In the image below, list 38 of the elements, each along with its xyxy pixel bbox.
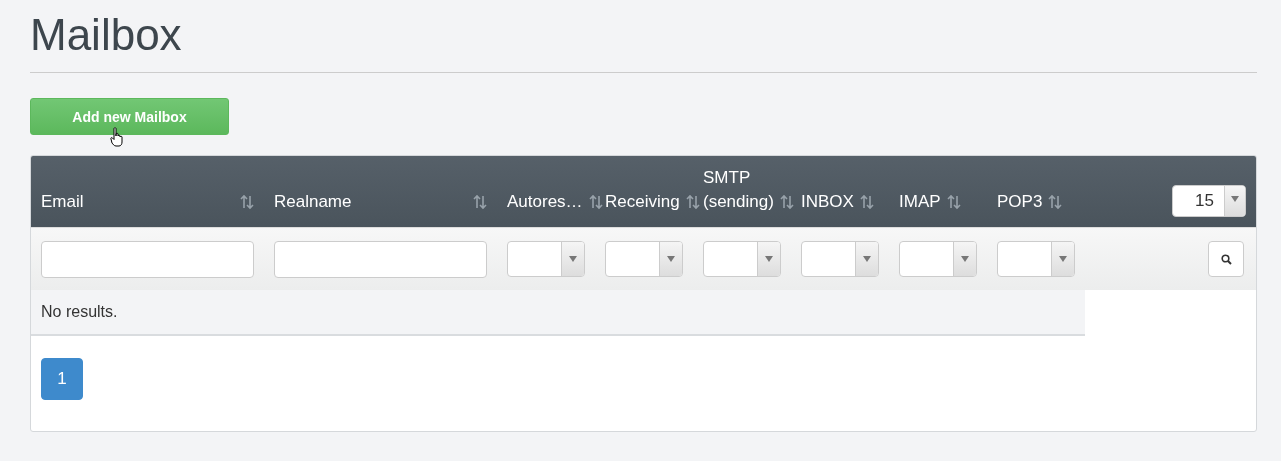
column-header[interactable]: Receiving [605,190,680,214]
sort-icon[interactable] [946,194,961,210]
sort-icon[interactable] [240,194,254,210]
dropdown-arrow-icon [569,256,577,262]
filter-dropdown[interactable] [605,241,683,277]
column-header[interactable]: SMTP (sending) [703,166,774,214]
filter-field[interactable] [274,240,487,278]
filter-dropdown[interactable] [703,241,781,277]
column-header[interactable]: POP3 [997,190,1043,214]
page-title: Mailbox [30,9,183,61]
sort-icon[interactable] [473,194,487,210]
hand-cursor-icon [110,127,124,147]
dropdown-arrow-icon [961,256,969,262]
dropdown-arrow-icon [1059,256,1067,262]
column-header[interactable]: INBOX [801,190,854,214]
page-size-dropdown[interactable]: 15 [1172,185,1246,217]
column-header[interactable]: Realname [274,190,352,214]
column-header[interactable]: Email [41,190,84,214]
dropdown-arrow-icon [765,256,773,262]
filter-dropdown[interactable] [899,241,977,277]
search-icon [1220,253,1232,265]
sort-icon[interactable] [588,194,603,210]
column-header[interactable]: IMAP [899,190,941,214]
filter-dropdown[interactable] [507,241,585,277]
page-button[interactable]: 1 [41,358,83,400]
empty-message: No results. [41,303,118,321]
filter-dropdown[interactable] [801,241,879,277]
filter-field[interactable] [41,240,254,278]
sort-icon[interactable] [779,194,794,210]
filter-dropdown[interactable] [997,241,1075,277]
column-header[interactable]: Autores… [507,190,583,214]
sort-icon[interactable] [859,194,874,210]
dropdown-arrow-icon [863,256,871,262]
dropdown-arrow-icon [1231,196,1239,202]
sort-icon[interactable] [1048,194,1063,210]
sort-icon[interactable] [685,194,700,210]
search-button[interactable] [1208,241,1244,277]
dropdown-arrow-icon [667,256,675,262]
